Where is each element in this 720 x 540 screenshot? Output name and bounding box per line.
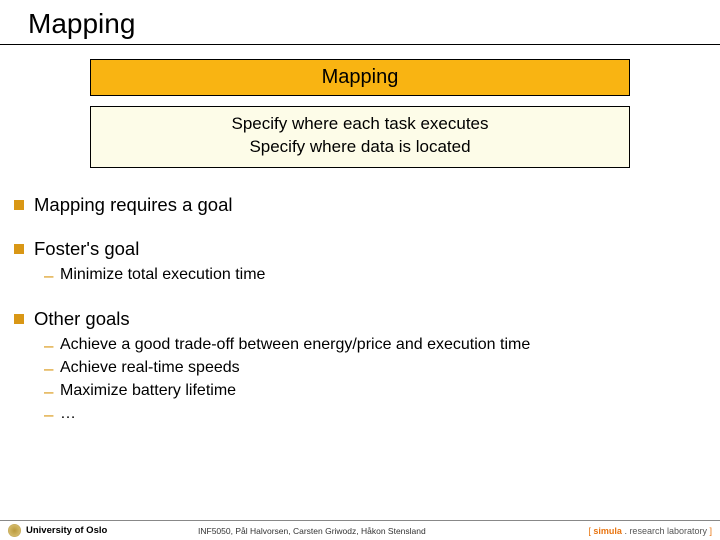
dash-icon: – <box>44 382 60 402</box>
uio-label: University of Oslo <box>26 525 107 536</box>
title-area: Mapping <box>0 0 720 42</box>
footer-left: University of Oslo <box>8 524 198 537</box>
footer: University of Oslo INF5050, Pål Halvorse… <box>0 520 720 540</box>
mapping-banner: Mapping <box>90 59 630 96</box>
bullet-square-icon <box>14 314 24 324</box>
bullet-square-icon <box>14 200 24 210</box>
dash-icon: – <box>44 336 60 356</box>
bullet-text-2: Foster's goal <box>34 238 139 260</box>
bracket-close: ] <box>707 526 712 536</box>
sub-text: … <box>60 405 76 423</box>
sub-list-2: – Minimize total execution time <box>44 266 706 286</box>
sub-text: Achieve real-time speeds <box>60 359 240 377</box>
sub-text: Achieve a good trade-off between energy/… <box>60 336 530 354</box>
research-lab-label: . research laboratory <box>622 526 707 536</box>
sub-item: – Achieve real-time speeds <box>44 359 706 379</box>
spec-box: Specify where each task executes Specify… <box>90 106 630 168</box>
uio-seal-icon <box>8 524 21 537</box>
bullet-text-1: Mapping requires a goal <box>34 194 233 216</box>
title-divider <box>0 44 720 45</box>
page-title: Mapping <box>28 8 720 40</box>
slide: Mapping Mapping Specify where each task … <box>0 0 720 540</box>
dash-icon: – <box>44 266 60 286</box>
bullet-text-3: Other goals <box>34 308 130 330</box>
bullet-item-2: Foster's goal <box>14 238 706 260</box>
bullet-item-3: Other goals <box>14 308 706 330</box>
spec-line-2: Specify where data is located <box>91 136 629 159</box>
dash-icon: – <box>44 405 60 425</box>
sub-list-3: – Achieve a good trade-off between energ… <box>44 336 706 425</box>
spec-line-1: Specify where each task executes <box>91 113 629 136</box>
footer-center: INF5050, Pål Halvorsen, Carsten Griwodz,… <box>198 526 552 536</box>
dash-icon: – <box>44 359 60 379</box>
sub-item: – Achieve a good trade-off between energ… <box>44 336 706 356</box>
sub-text: Maximize battery lifetime <box>60 382 236 400</box>
sub-item: – Minimize total execution time <box>44 266 706 286</box>
bullet-square-icon <box>14 244 24 254</box>
simula-label: simula <box>593 526 622 536</box>
sub-text: Minimize total execution time <box>60 266 265 284</box>
bullet-item-1: Mapping requires a goal <box>14 194 706 216</box>
footer-right: [ simula . research laboratory ] <box>552 526 712 536</box>
mapping-banner-label: Mapping <box>91 66 629 89</box>
sub-item: – Maximize battery lifetime <box>44 382 706 402</box>
sub-item: – … <box>44 405 706 425</box>
content-area: Mapping requires a goal Foster's goal – … <box>0 168 720 425</box>
